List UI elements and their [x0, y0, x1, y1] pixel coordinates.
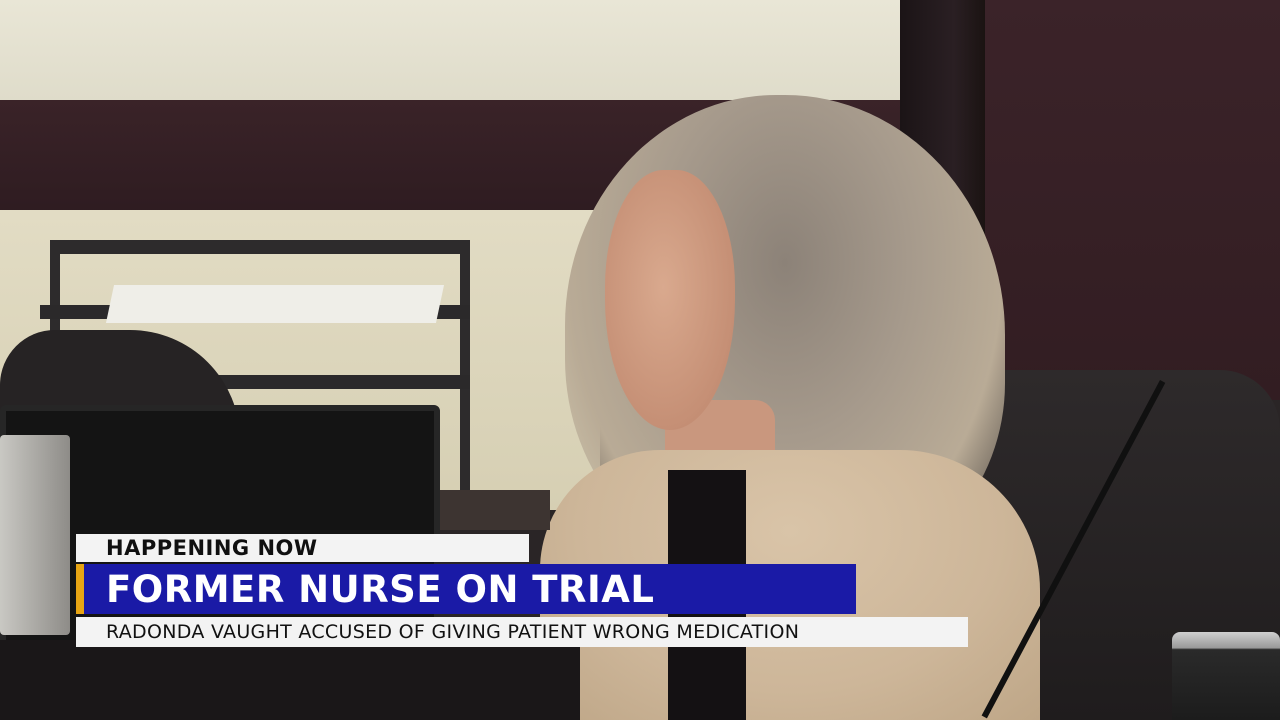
lower-third-headline: FORMER NURSE ON TRIAL — [76, 564, 856, 614]
headline-text: FORMER NURSE ON TRIAL — [106, 567, 655, 611]
video-frame: HAPPENING NOW FORMER NURSE ON TRIAL RADO… — [0, 0, 1280, 720]
headline-accent-bar — [76, 564, 84, 614]
door-panel — [985, 0, 1280, 400]
lower-third-subheadline: RADONDA VAUGHT ACCUSED OF GIVING PATIENT… — [76, 617, 968, 647]
wall-upper — [0, 0, 910, 110]
papers — [105, 285, 445, 323]
lower-third-kicker: HAPPENING NOW — [76, 534, 529, 562]
desk-front — [0, 640, 580, 720]
tumbler-cup — [1172, 632, 1280, 720]
subheadline-text: RADONDA VAUGHT ACCUSED OF GIVING PATIENT… — [106, 621, 800, 643]
monitor-side — [0, 435, 70, 635]
kicker-text: HAPPENING NOW — [106, 536, 318, 560]
desk — [430, 490, 550, 530]
person-face — [605, 170, 735, 430]
